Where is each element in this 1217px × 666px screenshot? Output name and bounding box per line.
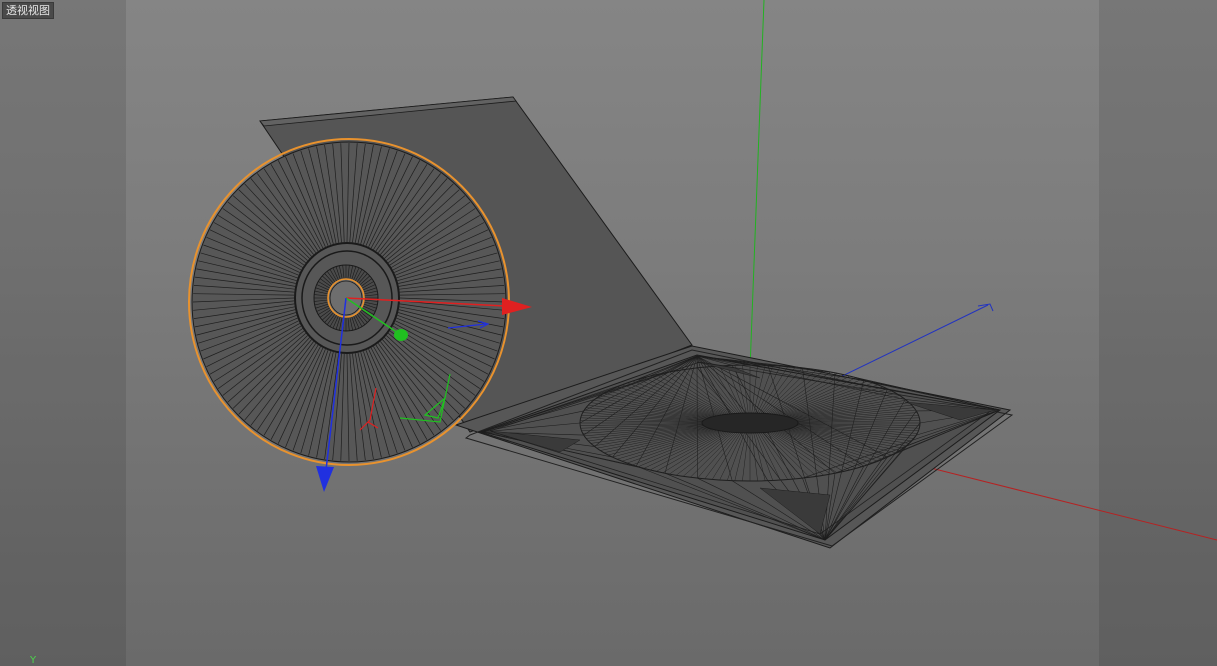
scene-canvas[interactable]	[0, 0, 1217, 666]
gizmo-z-handle[interactable]	[316, 466, 334, 492]
world-z-axis-arrow	[977, 303, 994, 312]
axis-indicator: Y	[30, 655, 37, 666]
3d-viewport[interactable]: 透视视图 Y	[0, 0, 1217, 666]
gizmo-y-handle[interactable]	[394, 329, 408, 341]
view-name-label[interactable]: 透视视图	[2, 2, 54, 19]
